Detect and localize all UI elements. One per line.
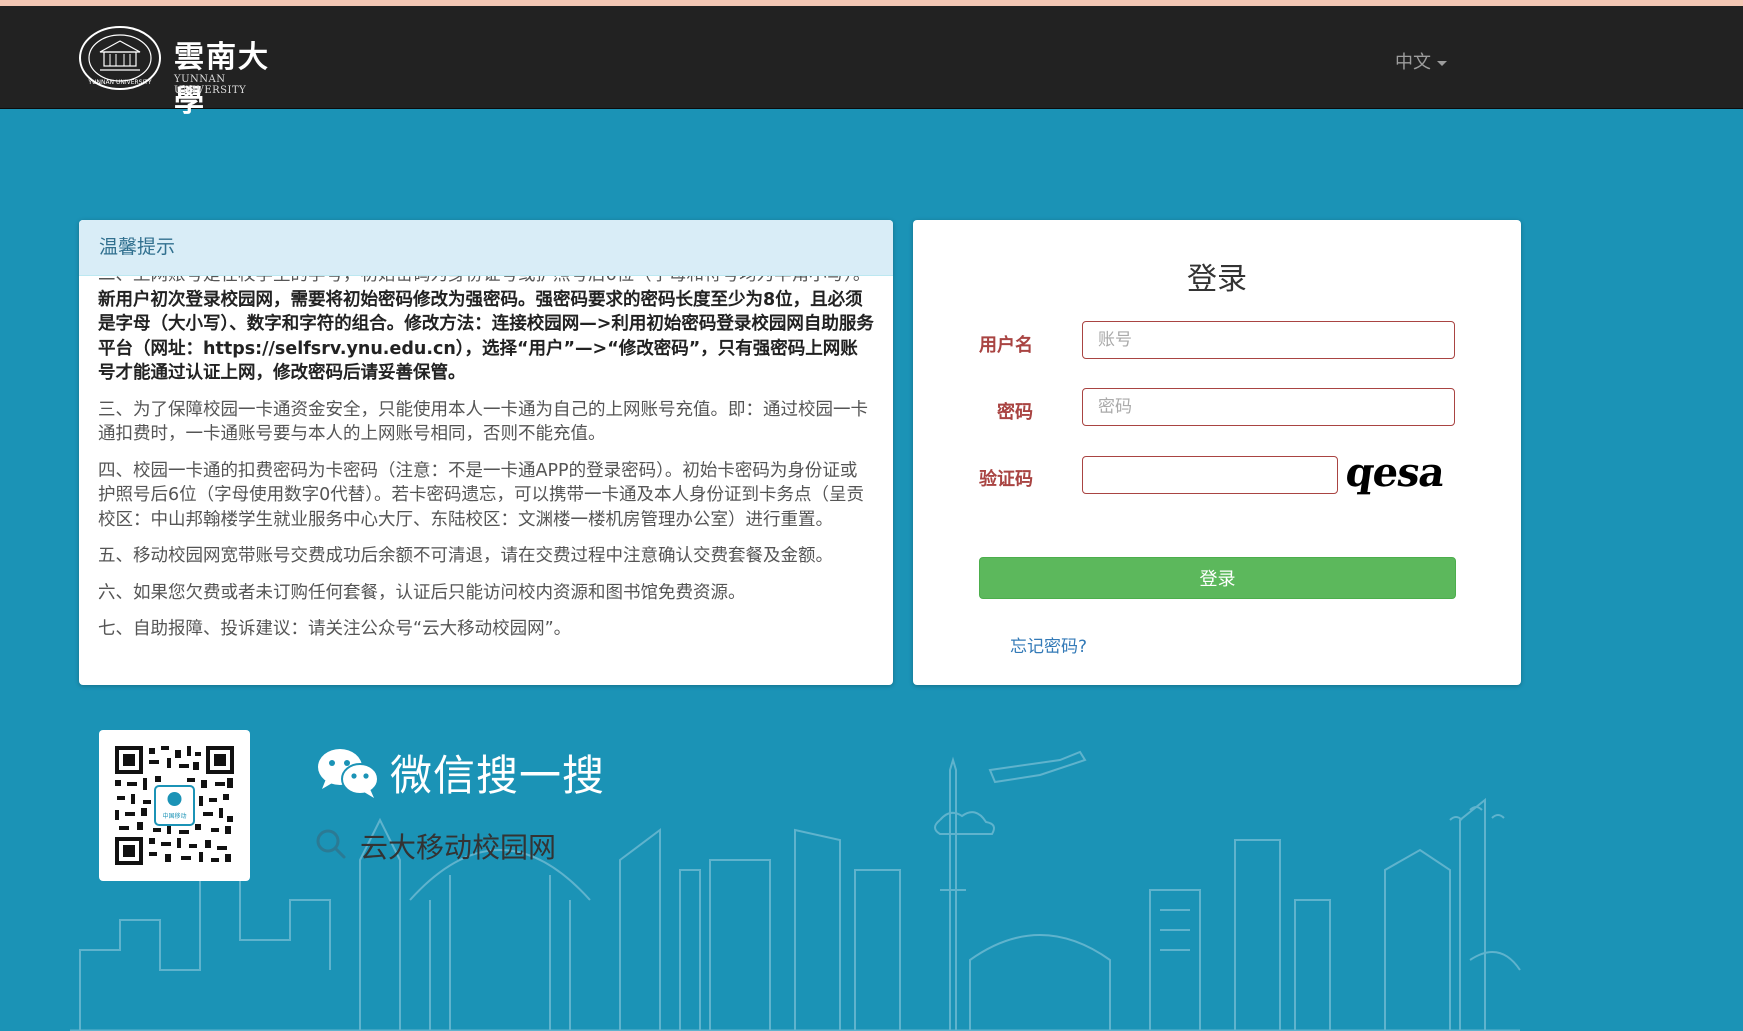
username-input[interactable]	[1082, 321, 1455, 359]
notice-item: 六、如果您欠费或者未订购任何套餐，认证后只能访问校内资源和图书馆免费资源。	[98, 582, 746, 603]
notice-item: 二、上网账号是在校学生的学号，初始密码为身份证号或护照号后6位（字母和符号均为半…	[98, 276, 874, 386]
language-dropdown[interactable]: 中文	[1395, 48, 1447, 74]
forgot-password-link[interactable]: 忘记密码?	[1010, 632, 1087, 657]
captcha-input[interactable]	[1082, 456, 1338, 494]
captcha-image[interactable]: qesa	[1343, 448, 1462, 498]
notice-item: 七、自助报障、投诉建议：请关注公众号“云大移动校园网”。	[98, 619, 572, 639]
login-title: 登录	[1187, 262, 1247, 297]
notice-panel: 温馨提示 二、上网账号是在校学生的学号，初始密码为身份证号或护照号后6位（字母和…	[79, 220, 893, 685]
password-label: 密码	[997, 402, 1033, 423]
captcha-label: 验证码	[979, 469, 1033, 490]
notice-item-text: 写）。	[827, 276, 871, 285]
qr-code: 中国移动	[115, 746, 234, 865]
notice-item: 四、校园一卡通的扣费密码为卡密码（注意：不是一卡通APP的登录密码）。初始卡密码…	[98, 460, 865, 530]
wechat-account-name: 云大移动校园网	[360, 831, 557, 864]
password-input[interactable]	[1082, 388, 1455, 426]
language-label: 中文	[1395, 52, 1431, 73]
username-label: 用户名	[979, 335, 1033, 356]
svg-text:中国移动: 中国移动	[162, 812, 186, 820]
city-skyline-illustration	[70, 750, 1521, 1031]
search-icon	[316, 829, 346, 859]
university-name-english: YUNNAN UNIVERSITY	[174, 74, 247, 96]
qr-code-card: 中国移动	[99, 730, 250, 881]
university-logo[interactable]: YUNNAN UNIVERSITY 雲南大學 YUNNAN UNIVERSITY	[78, 24, 298, 119]
login-button[interactable]: 登录	[979, 557, 1456, 599]
notice-item: 三、为了保障校园一卡通资金安全，只能使用本人一卡通为自己的上网账号充值。即：通过…	[98, 399, 868, 445]
notice-item-bold-text: 新用户初次登录校园网，需要将初始密码修改为强密码。强密码要求的密码长度至少为8位…	[98, 289, 874, 384]
caret-down-icon	[1437, 60, 1447, 66]
captcha-image-text: qesa	[1342, 449, 1448, 496]
login-panel: 登录 用户名 密码 验证码 qesa 登录 忘记密码?	[913, 220, 1521, 685]
notice-heading: 温馨提示	[79, 220, 893, 276]
notice-item-clipped-text: 二、上网账号是在校学生的学号，初始密码为身份证号或护照号后6位（字母和符号均为半…	[98, 276, 827, 285]
notice-item: 五、移动校园网宽带账号交费成功后余额不可清退，请在交费过程中注意确认交费套餐及金…	[98, 546, 833, 566]
notice-list: 二、上网账号是在校学生的学号，初始密码为身份证号或护照号后6位（字母和符号均为半…	[98, 276, 874, 654]
svg-text:YUNNAN UNIVERSITY: YUNNAN UNIVERSITY	[87, 79, 151, 86]
university-seal-icon: YUNNAN UNIVERSITY	[79, 26, 161, 90]
notice-scroll-area[interactable]: 二、上网账号是在校学生的学号，初始密码为身份证号或护照号后6位（字母和符号均为半…	[79, 276, 893, 685]
wechat-icon	[318, 749, 379, 798]
wechat-search-title: 微信搜一搜	[390, 751, 606, 800]
top-navbar: YUNNAN UNIVERSITY 雲南大學 YUNNAN UNIVERSITY…	[0, 6, 1743, 119]
